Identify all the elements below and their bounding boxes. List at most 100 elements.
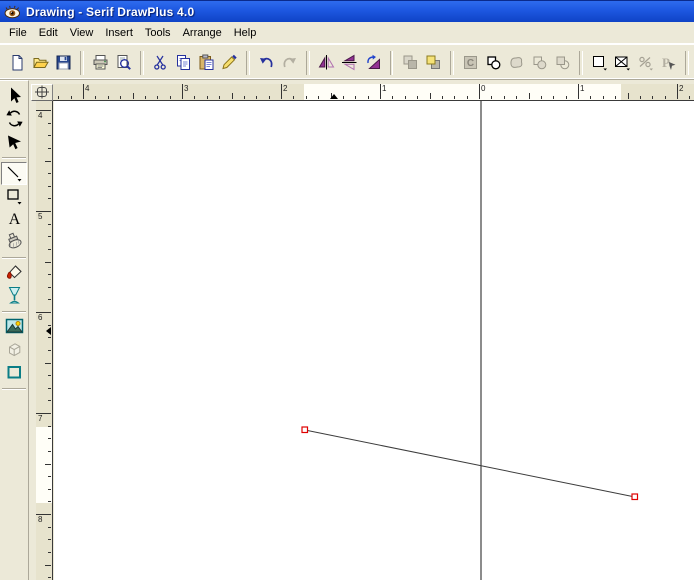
h-ruler-tick bbox=[553, 96, 554, 99]
h-ruler-tick bbox=[293, 96, 294, 99]
menu-item-insert[interactable]: Insert bbox=[99, 24, 139, 42]
h-ruler-tick bbox=[145, 96, 146, 99]
envelope-frame-tool-button[interactable] bbox=[1, 362, 27, 385]
h-ruler-tick bbox=[603, 96, 604, 99]
transparency-tool-button[interactable] bbox=[1, 285, 27, 308]
menu-item-help[interactable]: Help bbox=[228, 24, 263, 42]
rotate-button[interactable] bbox=[362, 50, 385, 76]
line-tool-button[interactable] bbox=[1, 162, 27, 185]
toolbar-separator bbox=[80, 50, 85, 75]
transparency-options-icon bbox=[637, 54, 654, 71]
selected-line-object[interactable] bbox=[304, 429, 636, 498]
tool-palette: A bbox=[0, 80, 29, 580]
open-button[interactable] bbox=[29, 50, 52, 76]
save-button[interactable] bbox=[52, 50, 75, 76]
h-ruler-tick bbox=[392, 96, 393, 99]
h-ruler-tick bbox=[170, 96, 171, 99]
v-ruler-number: 7 bbox=[38, 414, 43, 423]
bring-to-front-button[interactable] bbox=[422, 50, 445, 76]
flip-vertical-button[interactable] bbox=[338, 50, 361, 76]
undo-icon bbox=[258, 54, 275, 71]
copy-icon bbox=[175, 54, 192, 71]
format-painter-button[interactable] bbox=[218, 50, 241, 76]
menu-item-edit[interactable]: Edit bbox=[33, 24, 64, 42]
horizontal-ruler[interactable]: 4 3 2 1 0 1 2 bbox=[53, 84, 694, 101]
v-ruler-tick bbox=[48, 249, 51, 250]
line-style-button[interactable] bbox=[588, 50, 611, 76]
svg-text:A: A bbox=[8, 211, 20, 228]
rotate-tool-button[interactable] bbox=[1, 108, 27, 131]
ruler-origin-button[interactable] bbox=[31, 84, 53, 101]
h-ruler-tick bbox=[442, 96, 443, 99]
svg-text:C: C bbox=[466, 58, 473, 69]
v-ruler-tick bbox=[48, 426, 51, 427]
h-ruler-tick bbox=[529, 93, 530, 99]
v-ruler-tick bbox=[45, 464, 51, 465]
envelope-button[interactable] bbox=[611, 50, 634, 76]
flip-horizontal-button[interactable] bbox=[315, 50, 338, 76]
h-ruler-tick bbox=[566, 96, 567, 99]
menu-item-arrange[interactable]: Arrange bbox=[177, 24, 228, 42]
box-tool-button[interactable] bbox=[1, 185, 27, 208]
menu-item-tools[interactable]: Tools bbox=[139, 24, 177, 42]
print-preview-icon bbox=[115, 54, 132, 71]
stamp-tool-button[interactable] bbox=[1, 231, 27, 254]
v-ruler-tick bbox=[45, 161, 51, 162]
v-ruler-tick bbox=[48, 287, 51, 288]
redo-icon bbox=[281, 54, 298, 71]
menu-item-file[interactable]: File bbox=[3, 24, 33, 42]
print-button[interactable] bbox=[89, 50, 112, 76]
v-ruler-tick bbox=[48, 552, 51, 553]
combine-button[interactable] bbox=[482, 50, 505, 76]
cut-button[interactable] bbox=[149, 50, 172, 76]
toolbar-separator bbox=[449, 50, 454, 75]
menu-item-view[interactable]: View bbox=[64, 24, 100, 42]
h-ruler-tick bbox=[83, 84, 84, 99]
text-tool-button[interactable]: A bbox=[1, 208, 27, 231]
subtract-button bbox=[551, 50, 574, 76]
copy-button[interactable] bbox=[172, 50, 195, 76]
pointer-tool-button[interactable] bbox=[1, 85, 27, 108]
transparency-tool-icon bbox=[5, 286, 24, 308]
canvas-svg bbox=[301, 101, 639, 580]
send-to-back-icon bbox=[402, 54, 419, 71]
v-ruler-tick bbox=[48, 400, 51, 401]
open-icon bbox=[32, 54, 49, 71]
new-document-button[interactable] bbox=[6, 50, 29, 76]
cut-icon bbox=[152, 54, 169, 71]
fill-tool-button[interactable] bbox=[1, 262, 27, 285]
drawplus-eye-logo-icon bbox=[4, 4, 21, 20]
intersect-icon bbox=[531, 54, 548, 71]
h-ruler-tick bbox=[516, 96, 517, 99]
v-ruler-tick bbox=[48, 527, 51, 528]
node-edit-tool-button[interactable] bbox=[1, 131, 27, 154]
h-ruler-number: 2 bbox=[679, 84, 684, 93]
combine-icon bbox=[485, 54, 502, 71]
canvas[interactable] bbox=[54, 101, 694, 580]
h-ruler-tick bbox=[194, 96, 195, 99]
h-ruler-tick bbox=[368, 96, 369, 99]
selection-handle-end[interactable] bbox=[631, 493, 639, 501]
v-ruler-tick bbox=[48, 438, 51, 439]
selection-handle-start[interactable] bbox=[301, 426, 309, 434]
title-bar[interactable]: Drawing - Serif DrawPlus 4.0 bbox=[0, 0, 694, 22]
bring-to-front-icon bbox=[425, 54, 442, 71]
h-ruler-tick bbox=[640, 96, 641, 99]
picture-tool-button[interactable] bbox=[1, 316, 27, 339]
v-ruler-tick bbox=[48, 274, 51, 275]
print-preview-button[interactable] bbox=[112, 50, 135, 76]
undo-button[interactable] bbox=[255, 50, 278, 76]
v-ruler-tick bbox=[45, 363, 51, 364]
h-ruler-tick bbox=[677, 84, 678, 99]
paste-button[interactable] bbox=[195, 50, 218, 76]
vertical-ruler[interactable]: 4 5 6 7 8 bbox=[36, 101, 53, 580]
pointer-options-button: P bbox=[657, 50, 680, 76]
h-ruler-tick bbox=[652, 96, 653, 99]
toolbar-separator bbox=[306, 50, 311, 75]
v-ruler-number: 4 bbox=[38, 111, 43, 120]
svg-text:P: P bbox=[662, 55, 670, 70]
menu-bar: File Edit View Insert Tools Arrange Help bbox=[0, 22, 694, 44]
h-ruler-number: 1 bbox=[580, 84, 585, 93]
toolbar-separator bbox=[140, 50, 145, 75]
v-ruler-tick bbox=[48, 148, 51, 149]
